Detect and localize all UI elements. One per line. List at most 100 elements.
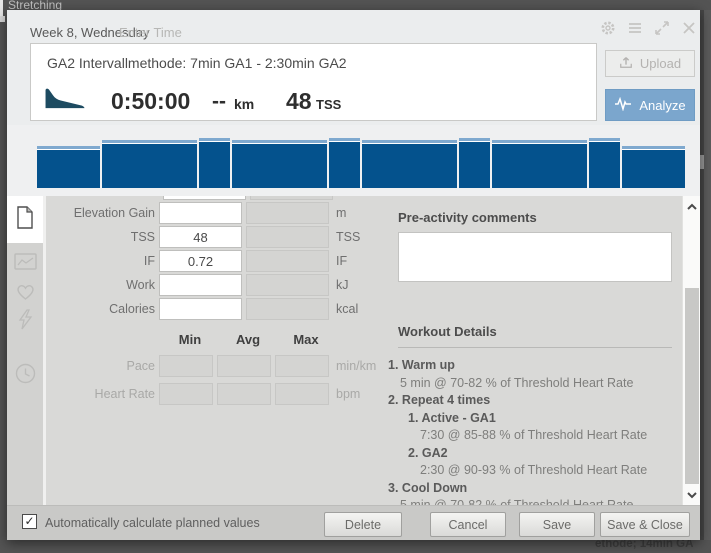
chart-bar-ga2[interactable] (458, 138, 492, 188)
workout-profile-chart (36, 136, 686, 188)
upload-button-label: Upload (640, 56, 681, 71)
workout-step-warmup: 1. Warm up 5 min @ 70-82 % of Threshold … (388, 357, 678, 392)
planned-tss: 48 (286, 88, 312, 115)
auto-calculate-label: Automatically calculate planned values (45, 516, 260, 530)
workout-title: GA2 Intervallmethode: 7min GA1 - 2:30min… (47, 55, 347, 71)
calories-label: Calories (46, 302, 159, 316)
scrollbar-down-arrow[interactable] (683, 487, 700, 503)
chart-bar-active-ga1[interactable] (491, 140, 588, 188)
pace-unit: min/km (336, 359, 376, 373)
modal-header: Week 8, Wednesday Enter Time (7, 10, 700, 42)
enter-time-link[interactable]: Enter Time (119, 25, 182, 40)
calories-completed-field (246, 298, 329, 320)
if-label: IF (46, 254, 159, 268)
step-detail: 7:30 @ 85-88 % of Threshold Heart Rate (420, 427, 678, 445)
workout-details-list: 1. Warm up 5 min @ 70-82 % of Threshold … (388, 357, 678, 505)
chart-bar-ga2[interactable] (328, 138, 362, 188)
step-number: 1. (388, 358, 398, 372)
pre-activity-comments-input[interactable] (398, 232, 672, 282)
workout-details-divider (398, 347, 672, 348)
heart-rate-row: Heart Rate bpm (46, 380, 398, 408)
chart-bar-ga2[interactable] (588, 138, 622, 188)
step-title: Repeat 4 times (402, 393, 490, 407)
left-tab-sidebar (7, 196, 43, 505)
heart-rate-max-field (275, 383, 329, 405)
modal-footer: ✓ Automatically calculate planned values… (7, 505, 700, 540)
right-panel: Pre-activity comments Workout Details 1.… (388, 196, 678, 505)
running-shoe-icon (43, 84, 87, 117)
planned-distance: -- (212, 90, 226, 114)
chart-bar-active-ga1[interactable] (101, 140, 198, 188)
work-planned-input[interactable] (159, 274, 242, 296)
step-title: Warm up (402, 358, 455, 372)
expand-icon[interactable] (654, 20, 670, 36)
step-detail: 5 min @ 70-82 % of Threshold Heart Rate (400, 375, 678, 393)
avg-header: Avg (221, 332, 275, 347)
pace-min-field (159, 355, 213, 377)
form-row-calories: Calories kcal (46, 297, 398, 321)
calories-planned-input[interactable] (159, 298, 242, 320)
time-clock-tab-icon[interactable] (7, 363, 43, 384)
pace-label: Pace (46, 359, 159, 373)
chart-bar-warm-up[interactable] (36, 146, 101, 188)
heart-rate-label: Heart Rate (46, 387, 159, 401)
step-title: GA2 (422, 446, 448, 460)
form-row-if: IF IF (46, 249, 398, 273)
heart-rate-avg-field (217, 383, 271, 405)
work-row-unit: kJ (336, 278, 349, 292)
elevation-gain-planned-input[interactable] (159, 202, 242, 224)
chart-bar-ga2[interactable] (198, 138, 232, 188)
scrollbar-up-arrow[interactable] (683, 198, 700, 214)
workout-profile-section (7, 125, 700, 196)
analyze-button-label: Analyze (639, 98, 685, 113)
menu-icon[interactable] (627, 20, 643, 36)
workout-step-repeat: 2. Repeat 4 times 1. Active - GA1 7:30 @… (388, 392, 678, 480)
upload-button[interactable]: Upload (605, 50, 695, 77)
modal-header-icons (600, 20, 697, 36)
step-detail: 2:30 @ 90-93 % of Threshold Heart Rate (420, 462, 678, 480)
analyze-button[interactable]: Analyze (605, 89, 695, 121)
workout-step-ga2: 2. GA2 2:30 @ 90-93 % of Threshold Heart… (408, 445, 678, 480)
form-row-tss: TSS TSS (46, 225, 398, 249)
step-number: 3. (388, 481, 398, 495)
workout-step-ga1: 1. Active - GA1 7:30 @ 85-88 % of Thresh… (408, 410, 678, 445)
background-right-edge-2 (704, 10, 711, 540)
workout-summary-card: GA2 Intervallmethode: 7min GA1 - 2:30min… (30, 43, 597, 121)
if-planned-input[interactable] (159, 250, 242, 272)
workout-editor-modal: Week 8, Wednesday Enter Time GA2 Interva… (7, 10, 700, 540)
power-lightning-tab-icon[interactable] (7, 309, 43, 330)
pre-activity-comments-heading: Pre-activity comments (398, 210, 678, 225)
auto-calculate-checkbox[interactable]: ✓ (22, 514, 37, 529)
form-row-elevation-gain: Elevation Gain m (46, 201, 398, 225)
min-avg-max-table: Min Avg Max Pace min/km Heart Rate bpm (46, 332, 398, 408)
form-row-work: Work kJ (46, 273, 398, 297)
chart-bar-active-ga1[interactable] (231, 140, 328, 188)
settings-gear-icon[interactable] (600, 20, 616, 36)
scrollbar-thumb[interactable] (685, 288, 699, 484)
calories-row-unit: kcal (336, 302, 358, 316)
save-and-close-button[interactable]: Save & Close (600, 512, 690, 537)
vertical-scrollbar[interactable] (682, 196, 700, 505)
close-icon[interactable] (681, 20, 697, 36)
chart-tab-icon[interactable] (7, 253, 43, 270)
workout-details-heading: Workout Details (398, 324, 678, 339)
save-button[interactable]: Save (519, 512, 595, 537)
page-background: Stretching ethode; 14min GA Week 8, Wedn… (0, 0, 711, 553)
pace-avg-field (217, 355, 271, 377)
document-icon[interactable] (7, 205, 43, 230)
work-label: Work (46, 278, 159, 292)
heart-rate-tab-icon[interactable] (7, 282, 43, 301)
chart-bar-cool-down[interactable] (621, 146, 686, 188)
delete-button[interactable]: Delete (324, 512, 402, 537)
tss-planned-input[interactable] (159, 226, 242, 248)
pace-row: Pace min/km (46, 352, 398, 380)
cancel-button[interactable]: Cancel (430, 512, 506, 537)
background-calendar-fragment-2 (0, 16, 5, 22)
step-number: 1. (408, 411, 418, 425)
planned-values-form: Elevation Gain m TSS TSS IF IF (46, 201, 398, 321)
step-detail: 5 min @ 70-82 % of Threshold Heart Rate (400, 497, 678, 505)
chart-bar-active-ga1[interactable] (361, 140, 458, 188)
min-header: Min (163, 332, 217, 347)
distance-unit: km (234, 96, 254, 112)
elevation-gain-unit: m (336, 206, 346, 220)
